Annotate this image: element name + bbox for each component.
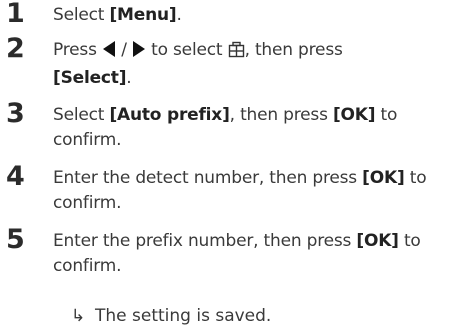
- step-text: Select [Menu].: [53, 3, 449, 28]
- phonebook-icon: [228, 41, 245, 66]
- step-number: 5: [6, 224, 25, 255]
- step-text: Select [Auto prefix], then press [OK] to…: [53, 103, 449, 153]
- step-text: Enter the prefix number, then press [OK]…: [53, 229, 449, 279]
- step-middle: , then press: [229, 105, 333, 125]
- step-prefix: Enter the detect number, then press: [53, 168, 363, 188]
- step-text: Press / to select , then press [Select].: [53, 38, 449, 91]
- step-prefix: Select: [53, 5, 110, 25]
- step-suffix: .: [176, 5, 182, 25]
- step-result: ↳ The setting is saved.: [71, 304, 441, 329]
- step-middle-2: , then press: [244, 40, 343, 60]
- step-middle: to select: [151, 40, 223, 60]
- ok-label: [OK]: [332, 105, 376, 125]
- left-triangle-icon: [102, 40, 116, 66]
- step-text: Enter the detect number, then press [OK]…: [53, 166, 449, 216]
- right-triangle-icon: [132, 40, 146, 66]
- menu-label: [Menu]: [109, 5, 177, 25]
- select-label: [Select]: [53, 68, 127, 88]
- step-suffix: .: [126, 68, 132, 88]
- step-number: 2: [6, 33, 25, 64]
- step-number: 1: [6, 0, 25, 29]
- separator: /: [121, 40, 127, 60]
- result-text: The setting is saved.: [95, 306, 272, 326]
- result-arrow-icon: ↳: [71, 306, 86, 326]
- auto-prefix-label: [Auto prefix]: [109, 105, 230, 125]
- step-number: 4: [6, 161, 25, 192]
- ok-label: [OK]: [356, 231, 399, 251]
- ok-label: [OK]: [362, 168, 405, 188]
- step-prefix: Select: [53, 105, 110, 125]
- page: { "steps": [ { "number": "1", "prefix": …: [0, 0, 452, 336]
- step-prefix: Press: [53, 40, 97, 60]
- step-prefix: Enter the prefix number, then press: [53, 231, 357, 251]
- step-number: 3: [6, 98, 25, 129]
